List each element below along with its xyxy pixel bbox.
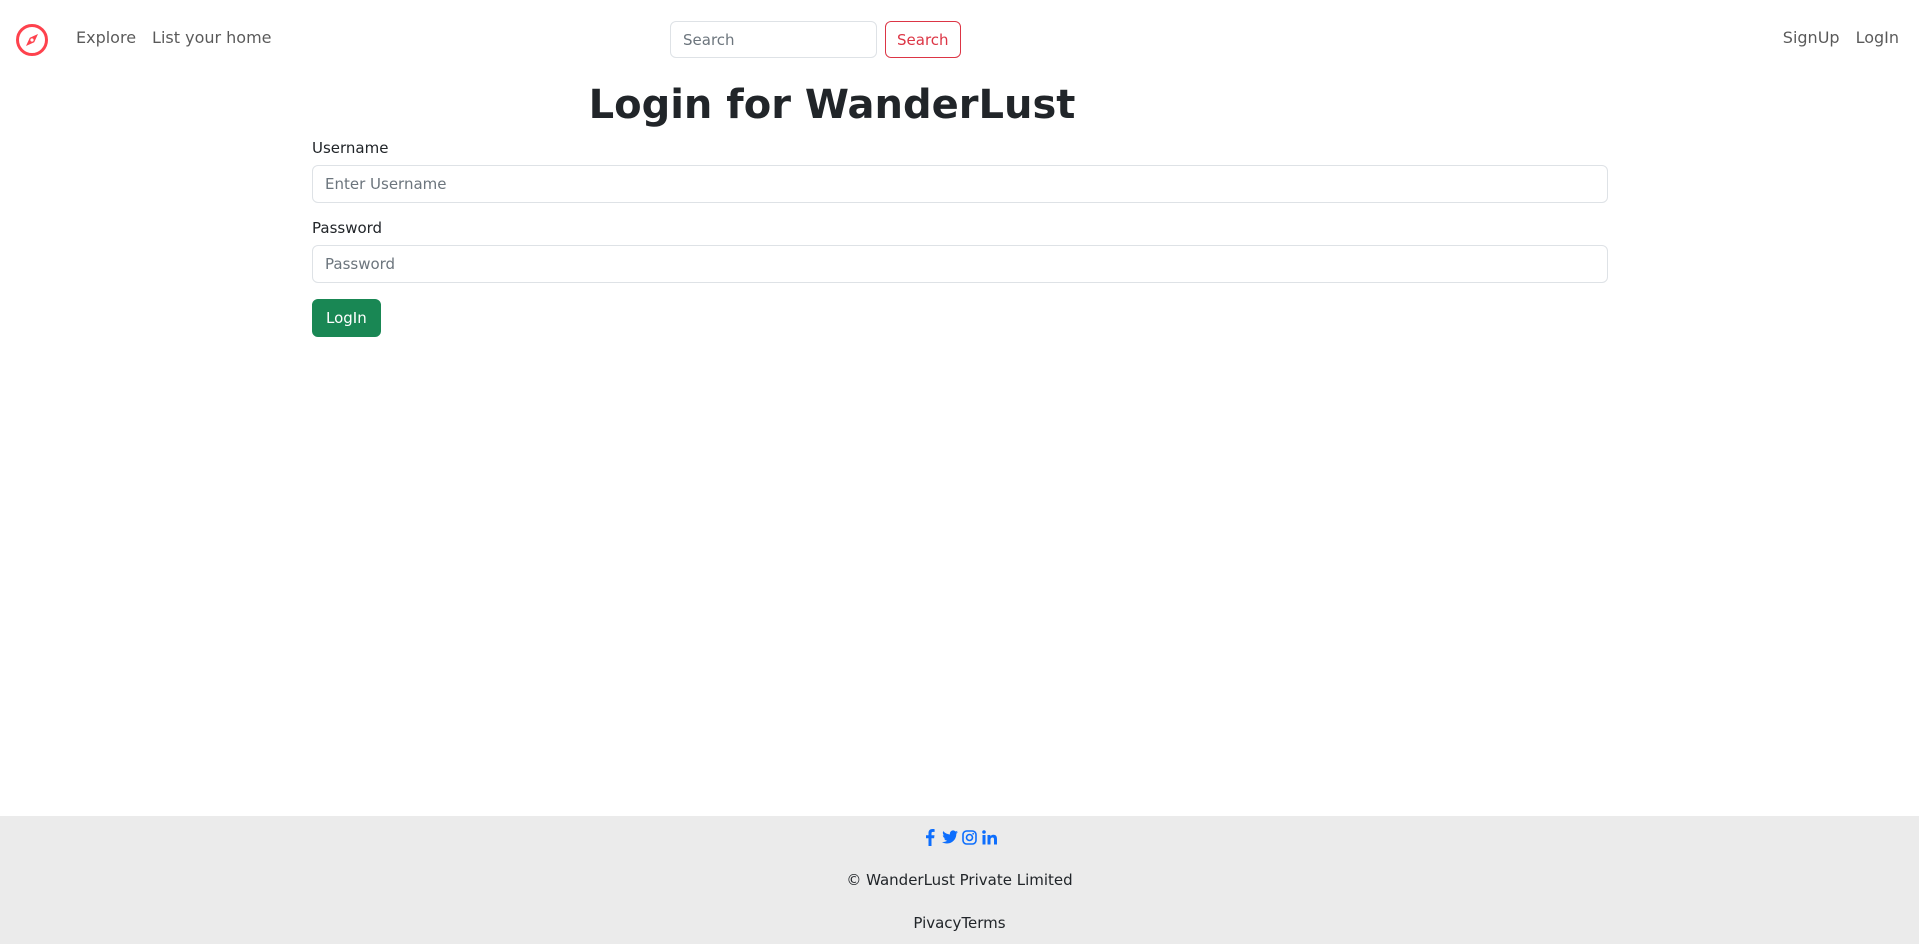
twitter-icon[interactable] [941,828,958,846]
compass-icon[interactable] [15,23,49,57]
username-group: Username [312,139,1608,203]
nav-left-links: Explore List your home [76,28,272,47]
search-form: Search [670,21,961,58]
facebook-icon[interactable] [922,828,938,846]
nav-right-links: SignUp LogIn [1783,28,1899,47]
nav-link-login[interactable]: LogIn [1856,28,1899,47]
navbar: Explore List your home Search SignUp Log… [0,0,1919,80]
password-group: Password [312,219,1608,283]
search-button[interactable]: Search [885,21,961,58]
nav-link-explore[interactable]: Explore [76,28,136,47]
footer-link-terms[interactable]: Terms [961,914,1005,932]
nav-link-signup[interactable]: SignUp [1783,28,1840,47]
nav-link-list-your-home[interactable]: List your home [152,28,271,47]
password-label: Password [312,219,383,237]
linkedin-icon[interactable] [982,828,998,846]
login-form: Username Password LogIn [312,139,1608,337]
username-field[interactable] [312,165,1608,203]
search-input[interactable] [670,21,877,58]
username-label: Username [312,139,389,157]
copyright-text: © WanderLust Private Limited [846,871,1073,889]
login-button[interactable]: LogIn [312,299,381,337]
password-field[interactable] [312,245,1608,283]
page-title: Login for WanderLust [588,82,1076,128]
footer: © WanderLust Private Limited Pivacy Terms [0,816,1919,944]
footer-links: Pivacy Terms [0,914,1919,932]
social-icons [0,828,1919,846]
footer-link-privacy[interactable]: Pivacy [913,914,961,932]
instagram-icon[interactable] [962,828,978,846]
